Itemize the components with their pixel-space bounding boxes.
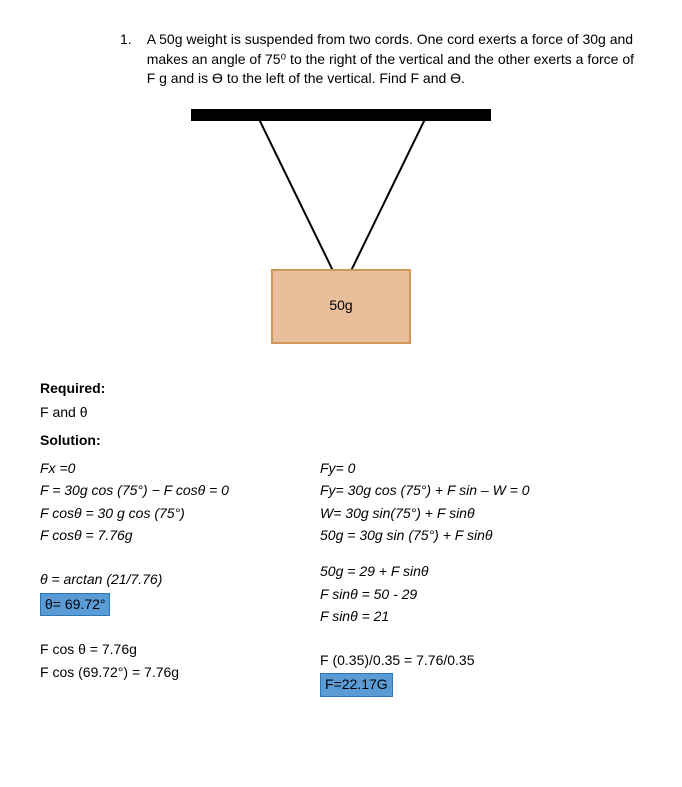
eq-fy: Fy= 0 <box>320 459 620 479</box>
problem-number: 1. <box>120 30 132 50</box>
eq-r8: F (0.35)/0.35 = 7.76/0.35 <box>320 651 620 671</box>
f-answer: F=22.17G <box>320 673 393 697</box>
eq-r3: W= 30g sin(75°) + F sinθ <box>320 504 620 524</box>
eq-l4: F cosθ = 7.76g <box>40 526 290 546</box>
eq-r6: F sinθ = 50 - 29 <box>320 585 620 605</box>
diagram: 50g <box>141 109 541 349</box>
eq-r7: F sinθ = 21 <box>320 607 620 627</box>
required-line: F and θ <box>40 403 642 423</box>
theta-answer: θ= 69.72° <box>40 593 110 617</box>
eq-r4: 50g = 30g sin (75°) + F sinθ <box>320 526 620 546</box>
eq-l7: F cos θ = 7.76g <box>40 640 290 660</box>
solution-title: Solution: <box>40 431 642 451</box>
problem-text: A 50g weight is suspended from two cords… <box>147 30 642 89</box>
eq-r2: Fy= 30g cos (75°) + F sin – W = 0 <box>320 481 620 501</box>
eq-l8: F cos (69.72°) = 7.76g <box>40 663 290 683</box>
solution-columns: Fx =0 F = 30g cos (75°) − F cosθ = 0 F c… <box>40 456 642 700</box>
weight-box: 50g <box>271 269 411 344</box>
required-title: Required: <box>40 379 642 399</box>
eq-l6: θ= 69.72° <box>40 593 290 617</box>
support-bar <box>191 109 491 121</box>
eq-r5: 50g = 29 + F sinθ <box>320 562 620 582</box>
solution-left-column: Fx =0 F = 30g cos (75°) − F cosθ = 0 F c… <box>40 456 290 700</box>
cord-right <box>341 114 428 290</box>
eq-l2: F = 30g cos (75°) − F cosθ = 0 <box>40 481 290 501</box>
solution-right-column: Fy= 0 Fy= 30g cos (75°) + F sin – W = 0 … <box>320 456 620 700</box>
eq-r9: F=22.17G <box>320 673 620 697</box>
eq-l5: θ = arctan (21/7.76) <box>40 570 290 590</box>
cord-left <box>256 114 343 290</box>
problem-statement: 1. A 50g weight is suspended from two co… <box>40 30 642 89</box>
eq-l3: F cosθ = 30 g cos (75°) <box>40 504 290 524</box>
weight-label: 50g <box>329 296 352 316</box>
eq-fx: Fx =0 <box>40 459 290 479</box>
